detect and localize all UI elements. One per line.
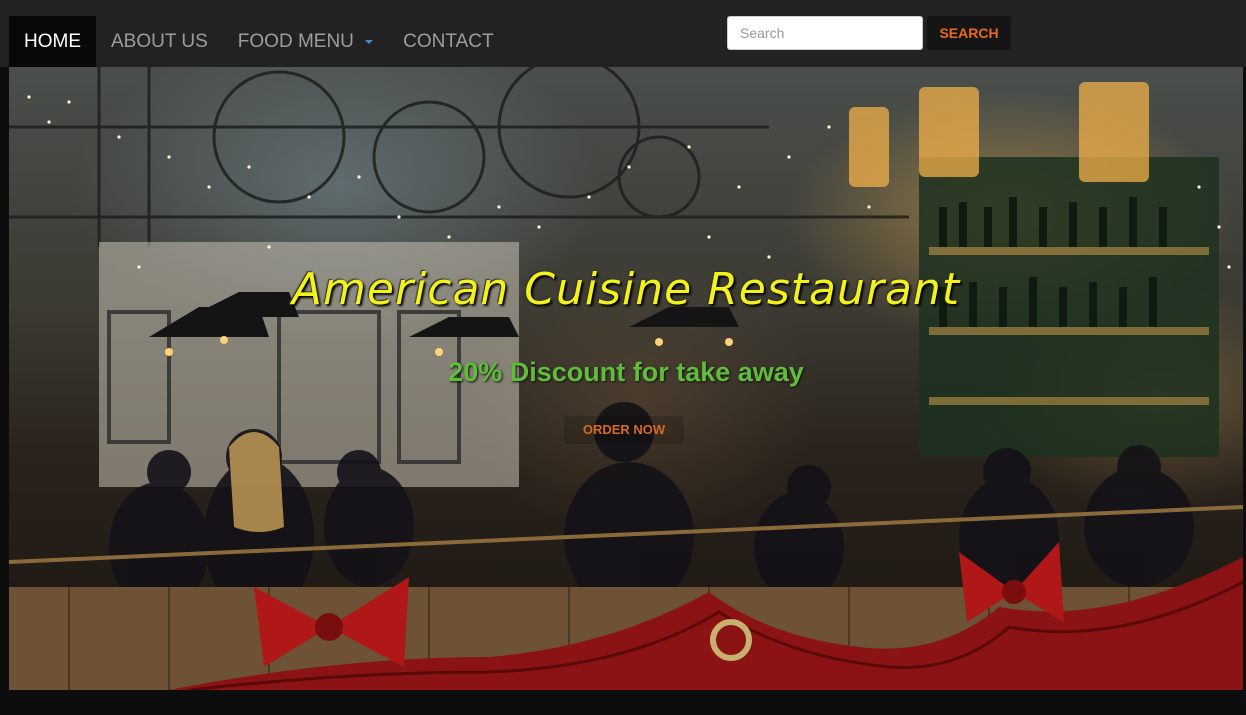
- nav-item-home[interactable]: HOME: [9, 16, 96, 67]
- nav-item-about-us[interactable]: ABOUT US: [96, 16, 223, 67]
- nav-menu: HOME ABOUT US FOOD MENU CONTACT: [9, 16, 509, 67]
- nav-item-contact-label: CONTACT: [403, 31, 494, 52]
- hero-subtitle: 20% Discount for take away: [448, 357, 804, 387]
- nav-item-contact[interactable]: CONTACT: [388, 16, 508, 67]
- nav-item-home-label: HOME: [24, 31, 81, 52]
- nav-item-about-us-label: ABOUT US: [111, 31, 208, 52]
- nav-item-food-menu[interactable]: FOOD MENU: [223, 16, 388, 67]
- search-form: SEARCH: [727, 16, 1011, 50]
- hero-banner: American Cuisine Restaurant 20% Discount…: [9, 67, 1243, 690]
- search-button[interactable]: SEARCH: [927, 16, 1011, 50]
- caret-down-icon: [365, 39, 374, 44]
- top-navbar: HOME ABOUT US FOOD MENU CONTACT SEARCH: [0, 0, 1246, 67]
- search-input[interactable]: [727, 16, 923, 50]
- nav-item-food-menu-label: FOOD MENU: [237, 31, 354, 52]
- hero-title: American Cuisine Restaurant: [291, 264, 961, 315]
- order-now-button[interactable]: ORDER NOW: [564, 416, 684, 444]
